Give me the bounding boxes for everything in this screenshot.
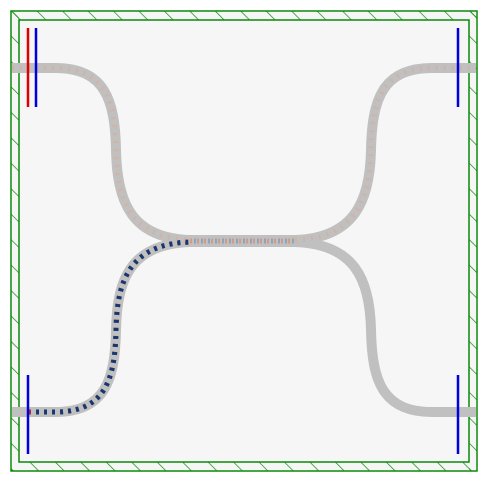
simulation-canvas	[0, 0, 486, 482]
